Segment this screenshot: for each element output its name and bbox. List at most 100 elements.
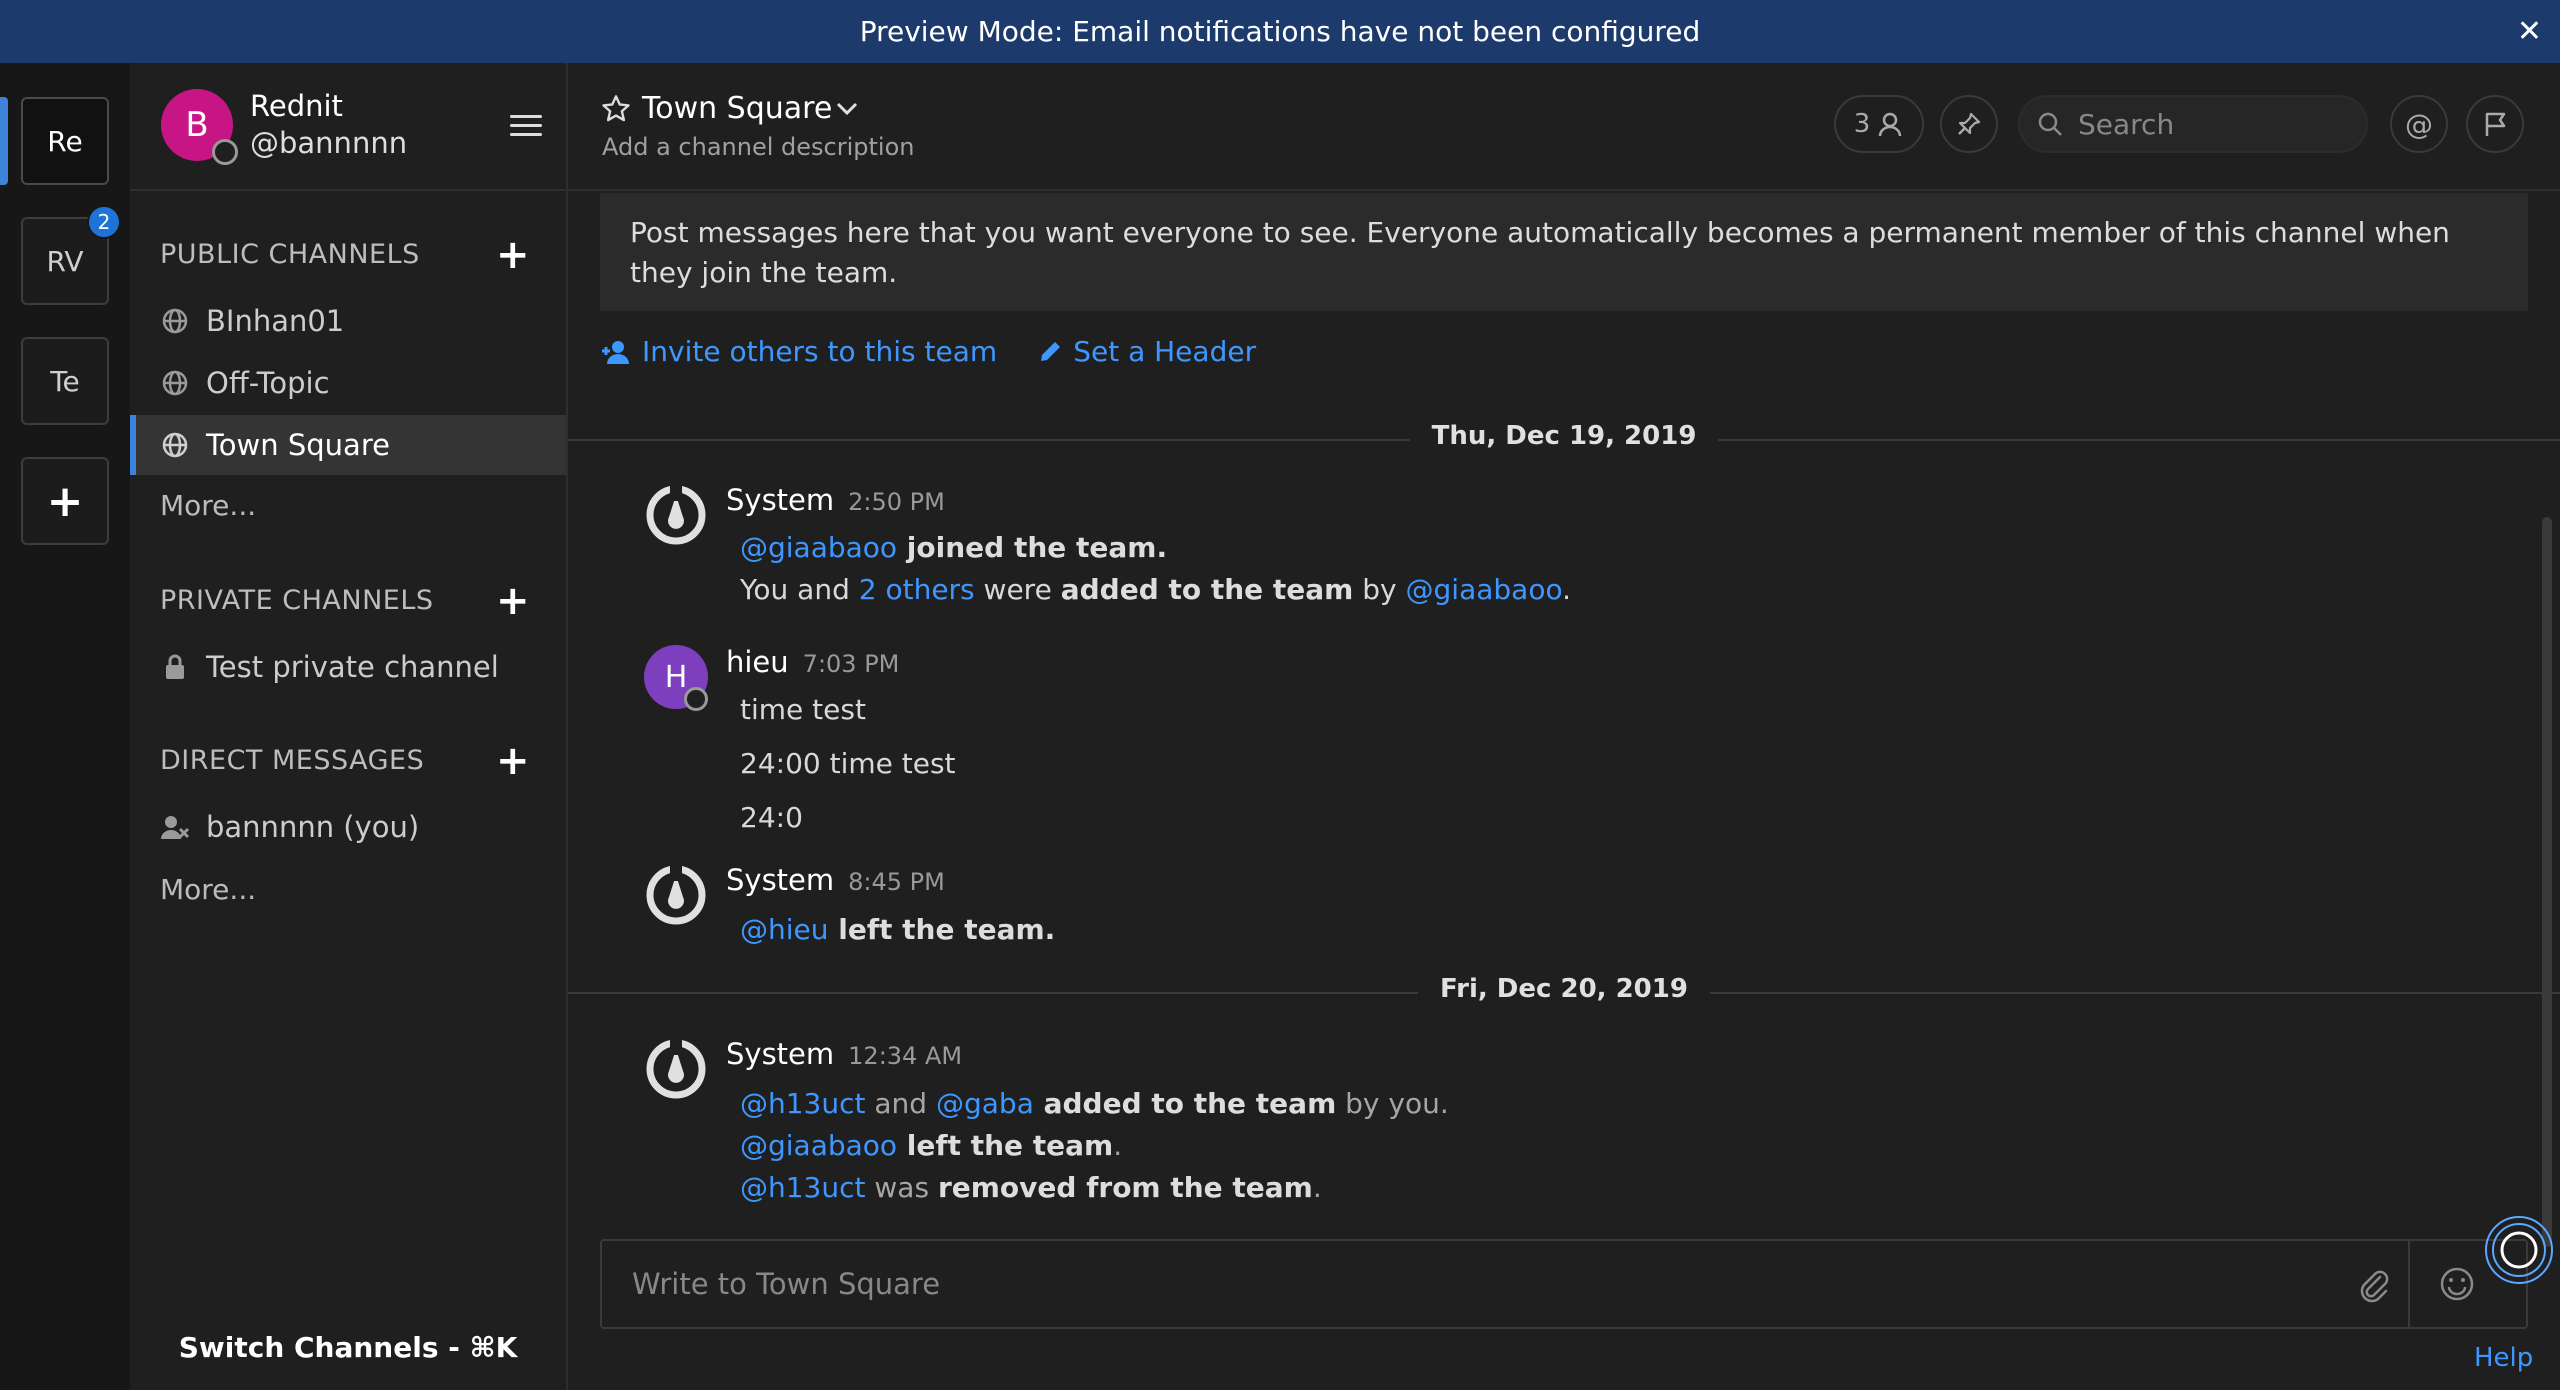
sidebar-item-test-private-channel[interactable]: Test private channel [130, 637, 566, 697]
sidebar-item-dm-self[interactable]: bannnnn (you) [130, 797, 566, 857]
team-button-rv[interactable]: RV 2 [21, 205, 121, 305]
post-message: 24:0 [740, 801, 803, 834]
channel-description[interactable]: Add a channel description [602, 133, 914, 161]
post-author[interactable]: System 12:34 AM [726, 1037, 962, 1071]
team-initials: RV [46, 244, 84, 278]
invite-others-link[interactable]: Invite others to this team [600, 335, 997, 368]
mention-link[interactable]: @gaba [936, 1087, 1034, 1120]
mention-link[interactable]: @hieu [740, 913, 829, 946]
search-icon [2036, 110, 2064, 138]
message-composer [600, 1239, 2528, 1329]
at-mention-icon: @ [2405, 107, 2433, 141]
globe-icon [160, 430, 190, 460]
channel-intro: Post messages here that you want everyon… [600, 193, 2528, 311]
team-sidebar: Re RV 2 Te + [0, 63, 130, 1390]
system-logo-icon [644, 483, 708, 547]
message-input[interactable] [602, 1241, 2342, 1327]
search-placeholder: Search [2078, 107, 2175, 141]
pencil-icon [1037, 339, 1063, 365]
post-message: @giaabaoo joined the team. [740, 531, 1168, 564]
status-offline-icon [212, 139, 238, 165]
chevron-down-icon[interactable] [834, 99, 860, 123]
sidebar-item-off-topic[interactable]: Off-Topic [130, 353, 566, 413]
switch-channels-button[interactable]: Switch Channels - ⌘K [130, 1331, 566, 1364]
team-initials: Te [50, 364, 80, 398]
help-link[interactable]: Help [2474, 1343, 2533, 1373]
mention-link[interactable]: @giaabaoo [740, 531, 897, 564]
public-channels-title: PUBLIC CHANNELS [160, 239, 420, 270]
mention-link[interactable]: @h13uct [740, 1171, 866, 1204]
more-public-channels-link[interactable]: More... [160, 489, 256, 522]
team-button-re[interactable]: Re [21, 97, 109, 185]
mention-link[interactable]: @giaabaoo [1406, 573, 1563, 606]
pinned-messages-button[interactable] [1940, 95, 1998, 153]
plus-icon: + [46, 475, 84, 527]
user-header: B Rednit @bannnnn [130, 63, 568, 191]
pin-icon [1955, 110, 1983, 138]
unread-badge: 2 [87, 205, 121, 239]
channel-view: Town Square Add a channel description 3 … [568, 63, 2560, 1390]
post-system-1: System 2:50 PM @giaabaoo joined the team.… [644, 483, 2444, 633]
more-direct-messages-link[interactable]: More... [160, 873, 256, 906]
post-time[interactable]: 8:45 PM [848, 868, 945, 896]
composer-divider [2408, 1241, 2410, 1327]
display-name: Rednit [250, 89, 343, 123]
globe-icon [160, 306, 190, 336]
star-icon[interactable] [600, 93, 632, 129]
active-team-indicator [0, 97, 8, 185]
set-header-label: Set a Header [1073, 335, 1257, 368]
date-label: Thu, Dec 19, 2019 [1409, 421, 1719, 451]
others-link[interactable]: 2 others [859, 573, 975, 606]
sidebar-item-label: BInhan01 [206, 304, 345, 338]
flag-icon [2481, 110, 2509, 138]
post-time[interactable]: 7:03 PM [803, 650, 900, 678]
member-list-button[interactable]: 3 [1834, 95, 1924, 153]
status-offline-icon [684, 687, 708, 711]
channel-header: Town Square Add a channel description 3 … [568, 63, 2560, 191]
search-input[interactable]: Search [2018, 95, 2368, 153]
post-message: @h13uct was removed from the team. [740, 1171, 1322, 1204]
post-message: @giaabaoo left the team. [740, 1129, 1123, 1162]
user-offline-icon [160, 812, 190, 842]
post-author[interactable]: System 8:45 PM [726, 863, 945, 897]
sidebar-item-binhan01[interactable]: BInhan01 [130, 291, 566, 351]
add-public-channel-button[interactable]: + [496, 235, 530, 275]
sidebar-item-label: Town Square [206, 428, 390, 462]
emoji-icon[interactable] [2438, 1265, 2476, 1307]
message-scrollbar[interactable] [2542, 517, 2552, 1247]
post-time[interactable]: 12:34 AM [848, 1042, 962, 1070]
add-direct-message-button[interactable]: + [496, 741, 530, 781]
post-author[interactable]: hieu 7:03 PM [726, 645, 899, 679]
post-author[interactable]: System 2:50 PM [726, 483, 945, 517]
sidebar-item-label: Test private channel [206, 650, 499, 684]
recent-mentions-button[interactable]: @ [2390, 95, 2448, 153]
paperclip-icon[interactable] [2356, 1267, 2392, 1307]
date-separator: Fri, Dec 20, 2019 [568, 972, 2560, 1012]
system-logo-icon [644, 863, 708, 927]
post-message: 24:00 time test [740, 747, 956, 780]
flagged-posts-button[interactable] [2466, 95, 2524, 153]
banner-close-button[interactable]: ✕ [2517, 14, 2542, 49]
channel-intro-actions: Invite others to this team Set a Header [600, 335, 1256, 368]
team-initials: Re [47, 124, 83, 158]
post-time[interactable]: 2:50 PM [848, 488, 945, 516]
post-system-2: System 8:45 PM @hieu left the team. [644, 863, 2444, 973]
mention-link[interactable]: @giaabaoo [740, 1129, 897, 1162]
avatar[interactable]: H [644, 645, 708, 711]
add-private-channel-button[interactable]: + [496, 581, 530, 621]
mention-link[interactable]: @h13uct [740, 1087, 866, 1120]
assistant-ring-icon[interactable] [2482, 1213, 2556, 1287]
direct-messages-title: DIRECT MESSAGES [160, 745, 425, 776]
private-channels-title: PRIVATE CHANNELS [160, 585, 434, 616]
sidebar-item-town-square[interactable]: Town Square [130, 415, 566, 475]
add-team-button[interactable]: + [21, 457, 109, 545]
post-message: time test [740, 693, 866, 726]
globe-icon [160, 368, 190, 398]
main-menu-icon[interactable] [510, 115, 542, 137]
team-button-te[interactable]: Te [21, 337, 109, 425]
member-icon [1876, 110, 1904, 138]
set-header-link[interactable]: Set a Header [1037, 335, 1256, 368]
channel-name[interactable]: Town Square [642, 91, 832, 126]
post-system-3: System 12:34 AM @h13uct and @gaba added t… [644, 1037, 2444, 1237]
date-label: Fri, Dec 20, 2019 [1418, 974, 1710, 1004]
